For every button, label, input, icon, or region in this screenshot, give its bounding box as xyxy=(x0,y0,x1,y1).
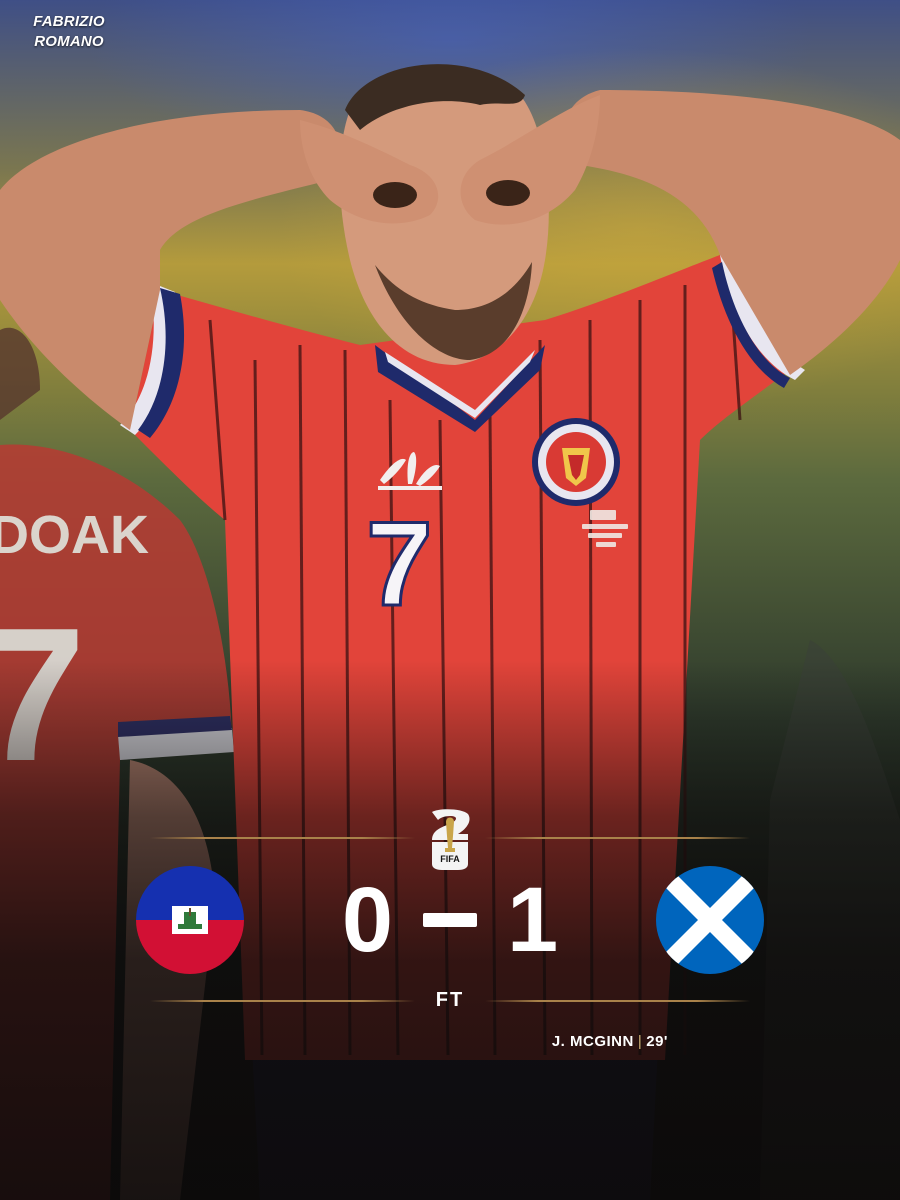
goal-scorer-line: J. MCGINN | 29' xyxy=(552,1033,668,1050)
watermark: FABRIZIO ROMANO xyxy=(14,12,124,52)
haiti-flag-icon xyxy=(136,866,244,974)
away-score: 1 xyxy=(507,869,559,971)
scorer-separator: | xyxy=(637,1033,643,1050)
celebration-photo: DOAK 7 7 xyxy=(0,64,900,1200)
shirt-number: 7 xyxy=(366,497,433,631)
fifa-wordmark: FIFA xyxy=(440,854,460,864)
divider-top-left xyxy=(150,837,415,839)
match-status: FT xyxy=(435,989,465,1011)
teammate-name: DOAK xyxy=(0,505,149,565)
scoreline: 0 1 xyxy=(290,870,610,970)
divider-bottom-left xyxy=(150,1000,415,1002)
goal-minute: 29' xyxy=(646,1033,668,1050)
match-result-graphic: DOAK 7 7 FABRIZIO ROMANO FIFA 0 1 FT J. … xyxy=(0,0,900,1200)
scotland-crest xyxy=(532,418,620,506)
divider-bottom-right xyxy=(485,1000,750,1002)
world-cup-2026-logo: FIFA xyxy=(432,809,470,870)
score-dash xyxy=(423,913,477,927)
divider-top-right xyxy=(485,837,750,839)
home-score: 0 xyxy=(341,869,393,971)
watermark-line-1: FABRIZIO xyxy=(33,13,105,30)
teammate-number: 7 xyxy=(0,589,86,801)
scorer-name: J. MCGINN xyxy=(551,1033,634,1050)
scotland-flag-icon xyxy=(656,866,764,974)
watermark-line-2: ROMANO xyxy=(34,33,104,50)
